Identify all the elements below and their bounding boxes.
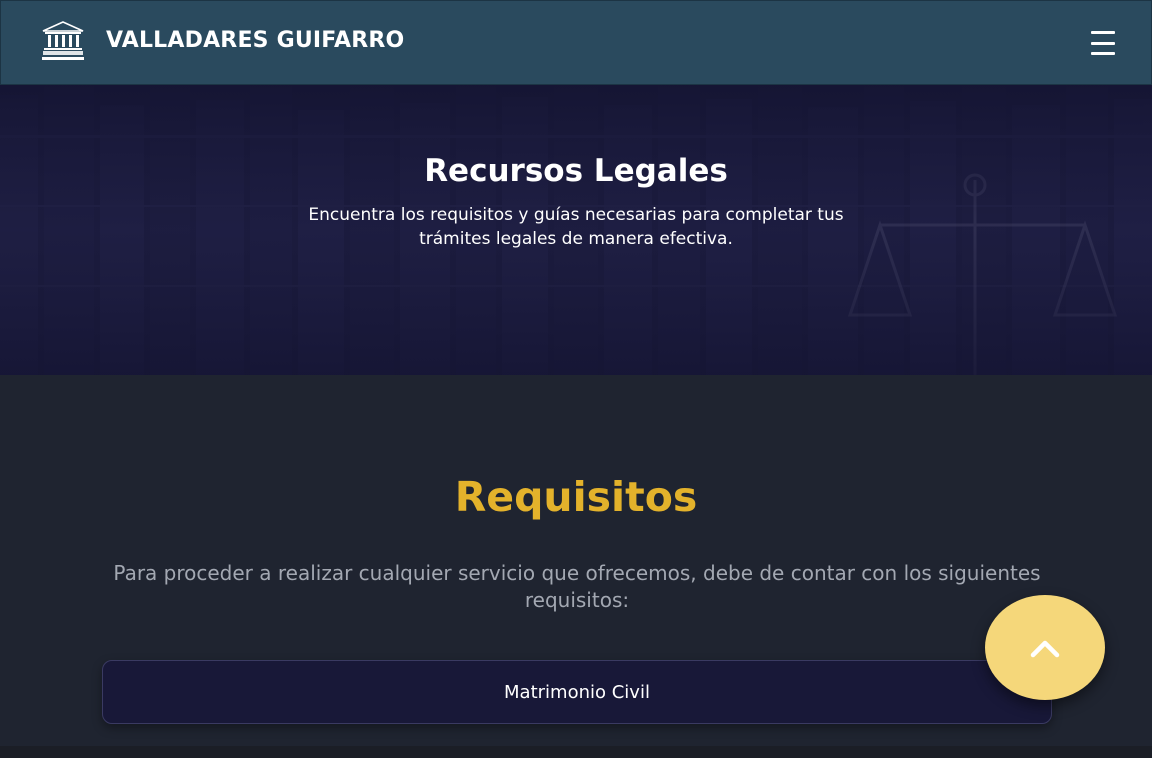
hero-subtitle: Encuentra los requisitos y guías necesar… (308, 205, 844, 249)
requirement-card-matrimonio-civil[interactable]: Matrimonio Civil (102, 660, 1052, 724)
site-header: VALLADARES GUIFARRO (0, 0, 1152, 85)
hamburger-menu-icon[interactable] (1091, 31, 1117, 55)
brand-name[interactable]: VALLADARES GUIFARRO (106, 28, 404, 53)
courthouse-logo-icon[interactable] (39, 20, 87, 62)
section-description: Para proceder a realizar cualquier servi… (113, 561, 1041, 612)
menu-bar (1091, 31, 1115, 34)
hero-title: Recursos Legales (424, 153, 728, 189)
section-title: Requisitos (454, 473, 698, 521)
section-divider (0, 746, 1152, 758)
menu-bar (1091, 41, 1115, 45)
scroll-to-top-button[interactable] (985, 595, 1105, 700)
requirement-card-label: Matrimonio Civil (504, 681, 650, 703)
chevron-up-icon (1030, 640, 1060, 657)
hero-banner: Recursos Legales Encuentra los requisito… (0, 85, 1152, 375)
menu-bar (1091, 52, 1115, 55)
